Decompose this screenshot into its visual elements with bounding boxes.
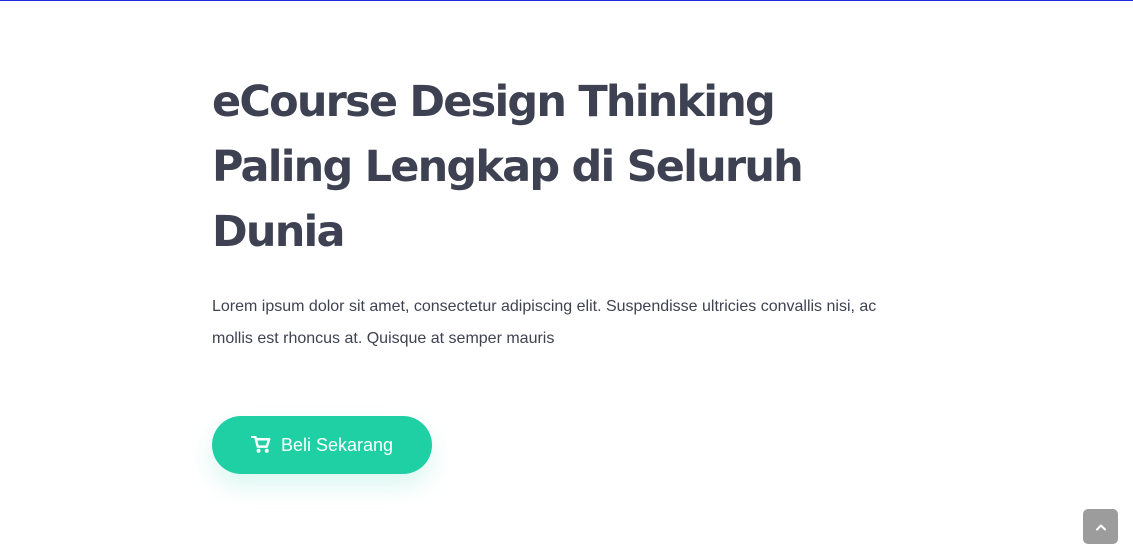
hero-section: eCourse Design Thinking Paling Lengkap d… [212, 70, 932, 355]
buy-now-label: Beli Sekarang [280, 434, 394, 455]
chevron-up-icon [1095, 524, 1106, 530]
buy-now-button[interactable]: Beli Sekarang [212, 416, 432, 474]
hero-title: eCourse Design Thinking Paling Lengkap d… [212, 77, 804, 257]
back-to-top-button[interactable] [1083, 509, 1118, 544]
hero-description: Lorem ipsum dolor sit amet, consectetur … [212, 298, 877, 347]
top-border-line [0, 0, 1133, 1]
shopping-cart-icon [250, 436, 271, 453]
